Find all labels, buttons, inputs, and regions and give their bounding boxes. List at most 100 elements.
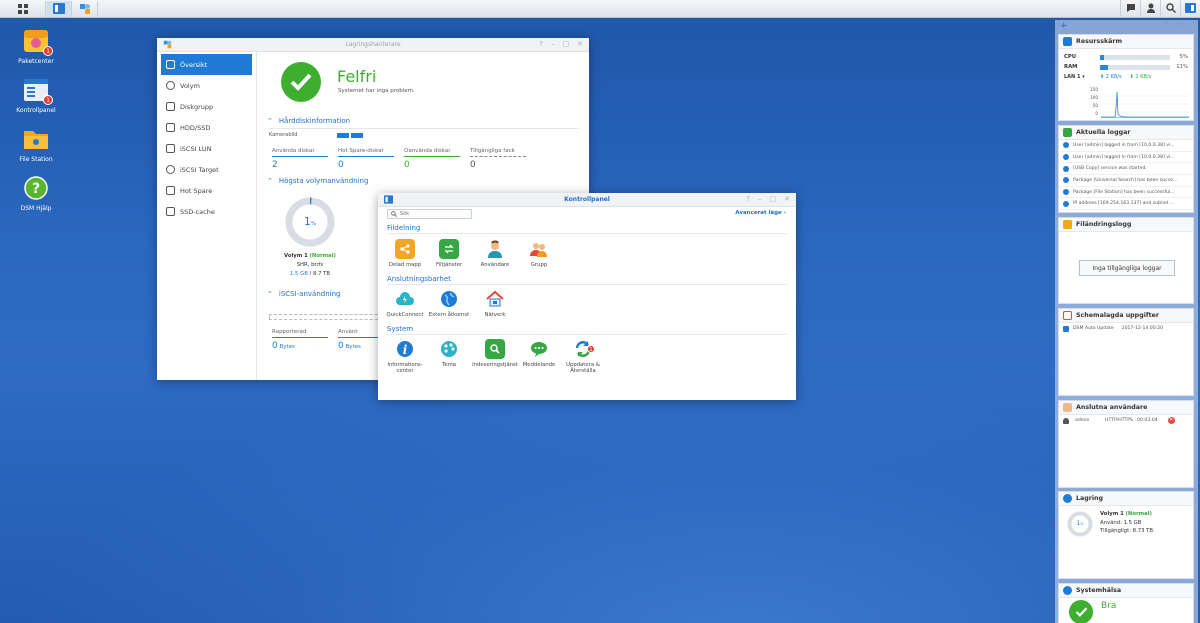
add-widget-button[interactable]: +: [1060, 21, 1068, 31]
chevron-up-icon: ⌃: [267, 117, 273, 125]
window-titlebar[interactable]: Lagringshanterare ? – □ ✕: [157, 38, 589, 52]
sidebar-item-hot-spare[interactable]: Hot Spare: [161, 180, 252, 201]
status-title: Felfri: [337, 67, 377, 86]
help-icon[interactable]: ?: [539, 40, 543, 48]
widget-header[interactable]: Resursskärm: [1059, 35, 1193, 49]
notifications-button[interactable]: [1120, 0, 1140, 16]
calendar-icon: [1063, 311, 1072, 320]
svg-text:?: ?: [32, 181, 40, 197]
stat-value: 0: [338, 160, 344, 170]
widgets-button[interactable]: [1180, 0, 1200, 16]
sidebar-item-disk-group[interactable]: Diskgrupp: [161, 96, 252, 117]
lan-row: LAN 1 ▾ ⬆ 2 KB/s ⬇ 2 KB/s: [1059, 72, 1193, 82]
cp-item-label: Meddelande: [522, 362, 556, 368]
maximize-icon[interactable]: □: [563, 40, 570, 48]
globe-icon: [439, 289, 459, 309]
section-title: Hårddiskinformation: [278, 117, 351, 125]
cp-item-label: Tema: [442, 362, 456, 368]
hdd-icon: [166, 123, 175, 132]
advanced-mode-link[interactable]: Avancerat läge ›: [735, 210, 786, 216]
sidebar-item-volume[interactable]: Volym: [161, 75, 252, 96]
stat-label: Oanvända diskar: [404, 148, 451, 154]
log-text: IP address [169.254.163.137] and subnet …: [1073, 201, 1175, 207]
divider: [269, 128, 579, 129]
minimize-icon[interactable]: –: [758, 195, 762, 203]
sidebar-item-iscsi-target[interactable]: iSCSI Target: [161, 159, 252, 180]
sidebar-item-ssd-cache[interactable]: SSD-cache: [161, 201, 252, 222]
sidebar-item-label: Volym: [180, 81, 200, 90]
iscsi-stat-reported: Rapporterad 0 Bytes: [272, 329, 328, 351]
help-icon[interactable]: ?: [746, 195, 750, 203]
user-menu-button[interactable]: [1140, 0, 1160, 16]
cp-item-shared-folder[interactable]: Delad mapp: [380, 239, 430, 268]
cp-item-notification[interactable]: Meddelande: [514, 339, 564, 368]
cp-item-update-restore[interactable]: 1 Uppdatera & Återställa: [558, 339, 608, 374]
taskbar-control-panel[interactable]: [46, 0, 72, 17]
search-field[interactable]: [387, 209, 472, 219]
close-icon[interactable]: ✕: [784, 195, 790, 203]
widget-header[interactable]: Systemhälsa: [1059, 584, 1193, 598]
main-menu-button[interactable]: [0, 0, 46, 17]
search-input[interactable]: [400, 210, 470, 218]
hdd-section-header[interactable]: ⌃ Hårddiskinformation: [267, 117, 350, 125]
taskbar-storage-manager[interactable]: [72, 0, 98, 17]
chat-icon: [1126, 3, 1135, 12]
ssd-cache-icon: [166, 207, 175, 216]
widget-header[interactable]: Schemalagda uppgifter: [1059, 309, 1193, 323]
volume-usage-ring: 1%: [284, 196, 336, 248]
minimize-icon[interactable]: –: [1156, 21, 1159, 28]
desktop-icon-control-panel[interactable]: 1 Kontrollpanel: [11, 77, 61, 114]
widget-header[interactable]: Aktuella loggar: [1059, 126, 1193, 140]
cp-item-group[interactable]: Grupp: [514, 239, 564, 268]
volume-section-header[interactable]: ⌃ Högsta volymanvändning: [267, 177, 368, 185]
control-panel-badge: 1: [43, 95, 53, 105]
upload-icon: ⬆: [1100, 74, 1105, 80]
no-logs-button[interactable]: Inga tillgängliga loggar: [1079, 260, 1175, 276]
log-text: Package [File Station] has been successf…: [1073, 189, 1175, 195]
cp-item-info-center[interactable]: i Informations-center: [380, 339, 430, 374]
file-services-icon: [439, 239, 459, 259]
status-text: Systemet har inga problem.: [338, 88, 415, 94]
cp-item-quickconnect[interactable]: QuickConnect: [380, 289, 430, 318]
disk-slot[interactable]: [337, 133, 349, 138]
sidebar-item-hdd-ssd[interactable]: HDD/SSD: [161, 117, 252, 138]
iscsi-section-header[interactable]: ⌃ iSCSI-användning: [267, 290, 340, 298]
cp-item-file-services[interactable]: Filtjänster: [424, 239, 474, 268]
update-arrows-icon: 1: [573, 339, 595, 359]
widget-header[interactable]: Anslutna användare: [1059, 401, 1193, 415]
desktop-icon-package-center[interactable]: 1 Paketcenter: [11, 28, 61, 65]
minimize-icon[interactable]: –: [551, 40, 555, 48]
widget-header[interactable]: Filändringslogg: [1059, 218, 1193, 232]
stat-underline: [272, 156, 328, 157]
sidebar-item-overview[interactable]: Översikt: [161, 54, 252, 75]
widget-header[interactable]: Lagring: [1059, 492, 1193, 506]
cp-item-label: Grupp: [530, 262, 548, 268]
pin-icon[interactable]: ✎: [1165, 21, 1170, 28]
desktop-icon-file-station[interactable]: File Station: [11, 126, 61, 163]
desktop-icon-dsm-help[interactable]: ? DSM Hjälp: [11, 175, 61, 212]
close-icon[interactable]: ✕: [1176, 21, 1181, 28]
lan-select[interactable]: LAN 1 ▾: [1064, 74, 1100, 80]
search-button[interactable]: [1160, 0, 1180, 16]
cp-item-indexing[interactable]: Indexeringstjänst: [470, 339, 520, 368]
storage-pct-unit: %: [1080, 522, 1084, 526]
index-search-icon: [485, 339, 505, 359]
stat-unit: Bytes: [279, 344, 295, 350]
disk-slots: [337, 133, 363, 138]
lan-download-value: 2 KB/s: [1135, 74, 1152, 80]
maximize-icon[interactable]: □: [770, 195, 777, 203]
storage-icon: [1063, 494, 1072, 503]
close-icon[interactable]: ✕: [577, 40, 583, 48]
disconnect-icon[interactable]: ✕: [1167, 417, 1175, 425]
cp-item-external-access[interactable]: Extern åtkomst: [424, 289, 474, 318]
sidebar-item-iscsi-lun[interactable]: iSCSI LUN: [161, 138, 252, 159]
cp-item-network[interactable]: Nätverk: [470, 289, 520, 318]
cp-item-users[interactable]: Användare: [470, 239, 520, 268]
cp-item-label: Nätverk: [484, 312, 506, 318]
ram-bar: [1100, 64, 1170, 70]
disk-slot[interactable]: [351, 133, 363, 138]
cp-item-label: Indexeringstjänst: [472, 362, 518, 368]
window-titlebar[interactable]: Kontrollpanel ? – □ ✕: [378, 193, 796, 207]
section-title: iSCSI-användning: [278, 290, 341, 298]
cp-item-theme[interactable]: Tema: [424, 339, 474, 368]
